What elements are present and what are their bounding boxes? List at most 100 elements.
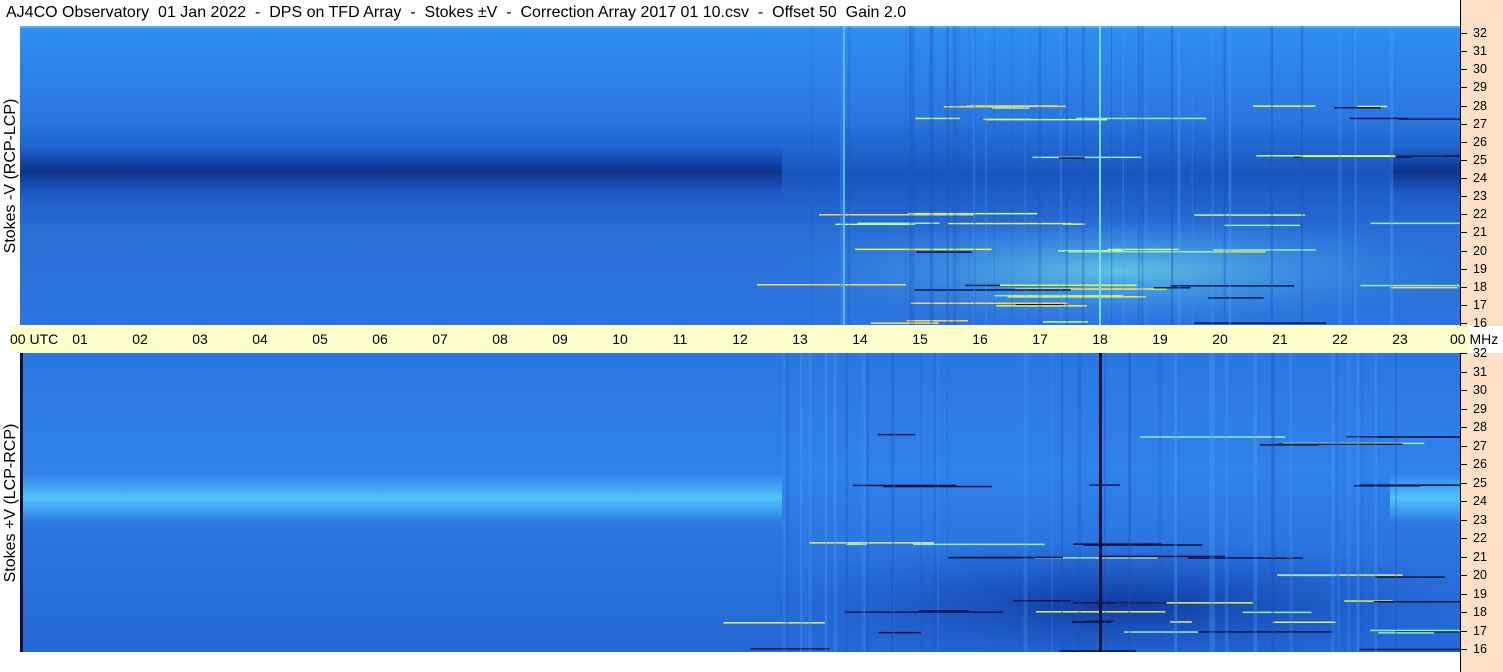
interference-stripe: [929, 26, 934, 325]
interference-stripe: [1331, 353, 1335, 652]
utc-tick-18: 18: [1092, 331, 1108, 347]
interference-stripe: [1171, 26, 1174, 325]
utc-tick-9: 09: [552, 331, 568, 347]
interference-stripe: [811, 26, 813, 325]
interference-stripe: [1024, 26, 1027, 325]
interference-stripe: [1270, 26, 1273, 325]
emission-streak: [1390, 286, 1458, 289]
plot-title: AJ4CO Observatory 01 Jan 2022 - DPS on T…: [6, 4, 907, 21]
interference-stripe: [1174, 353, 1178, 652]
interference-stripe: [1289, 353, 1293, 652]
interference-stripe: [1137, 26, 1140, 325]
emission-streak: [918, 610, 969, 612]
top-ylabel-text: Stokes -V (RCP-LCP): [2, 98, 19, 253]
interference-stripe: [1300, 26, 1304, 325]
emission-streak: [1359, 648, 1460, 651]
top-freq-tick-mark-5: [1461, 123, 1467, 125]
bottom-freq-tick-9: 23: [1473, 512, 1487, 527]
top-freq-tick-8: 24: [1473, 171, 1487, 185]
top-freq-tick-12: 20: [1473, 243, 1487, 258]
emission-streak: [877, 433, 916, 436]
interference-stripe: [1389, 26, 1394, 325]
top-freq-tick-0: 32: [1473, 26, 1487, 40]
interference-stripe: [985, 26, 987, 325]
interference-stripe: [1335, 353, 1340, 652]
interference-stripe: [1141, 26, 1144, 325]
emission-streak: [1059, 157, 1085, 159]
top-freq-tick-mark-12: [1461, 250, 1467, 252]
interference-stripe: [808, 353, 812, 652]
emission-streak: [1170, 285, 1294, 287]
top-freq-tick-mark-8: [1461, 178, 1467, 179]
utc-tick-20: 20: [1212, 331, 1228, 347]
emission-streak: [1349, 117, 1409, 120]
emission-streak: [1253, 105, 1316, 107]
top-freq-tick-mark-11: [1461, 232, 1467, 234]
bottom-freq-tick-2: 30: [1473, 383, 1487, 397]
interference-stripe: [867, 353, 869, 652]
emission-streak: [1059, 650, 1136, 652]
emission-streak: [809, 542, 935, 544]
interference-stripe: [1253, 353, 1258, 652]
interference-stripe: [1023, 353, 1028, 652]
emission-streak: [1272, 621, 1336, 623]
emission-streak: [750, 648, 830, 650]
interference-stripe: [934, 353, 936, 652]
bottom-freq-tick-mark-16: [1461, 649, 1467, 650]
utc-tick-3: 03: [192, 331, 208, 347]
top-freq-tick-mark-16: [1461, 323, 1467, 324]
top-freq-tick-mark-13: [1461, 268, 1467, 270]
interference-stripe: [824, 353, 828, 652]
interference-stripe: [952, 26, 957, 325]
interference-stripe: [1271, 353, 1275, 652]
interference-stripe: [1211, 26, 1214, 325]
utc-tick-1: 01: [72, 331, 88, 347]
bottom-freq-tick-13: 19: [1473, 586, 1487, 601]
utc-tick-10: 10: [612, 331, 628, 347]
top-freq-tick-mark-0: [1461, 33, 1467, 34]
utc-tick-7: 07: [432, 331, 448, 347]
utc-tick-21: 21: [1272, 331, 1288, 347]
interference-stripe: [1356, 353, 1360, 652]
utc-tick-16: 16: [972, 331, 988, 347]
top-freq-tick-7: 25: [1473, 152, 1487, 167]
bottom-freq-tick-5: 27: [1473, 438, 1487, 453]
interference-stripe: [1228, 26, 1232, 325]
utc-tick-8: 08: [492, 331, 508, 347]
interference-stripe: [912, 26, 915, 325]
interference-stripe: [1038, 26, 1042, 325]
bottom-freq-tick-mark-3: [1461, 408, 1467, 410]
interference-stripe: [1354, 26, 1357, 325]
emission-streak: [1357, 105, 1388, 108]
top-freq-tick-2: 30: [1473, 62, 1487, 77]
emission-streak: [1360, 284, 1460, 287]
emission-streak: [855, 248, 992, 251]
bottom-freq-tick-mark-8: [1461, 501, 1467, 502]
interference-stripe: [1061, 353, 1063, 652]
top-freq-tick-mark-3: [1461, 87, 1467, 89]
bottom-spectrogram-svg: [20, 353, 1460, 652]
interference-stripe: [946, 26, 949, 325]
bottom-freq-tick-mark-1: [1461, 371, 1467, 373]
bottom-freq-tick-mark-12: [1461, 575, 1467, 576]
interference-stripe: [958, 26, 960, 325]
top-freq-tick-mark-4: [1461, 105, 1467, 107]
emission-streak: [1373, 601, 1460, 603]
bottom-freq-tick-mark-7: [1461, 482, 1467, 484]
top-freq-tick-9: 23: [1473, 189, 1487, 204]
emission-streak: [1194, 214, 1305, 216]
utc-tick-6: 06: [372, 331, 388, 347]
top-spectrogram: [20, 26, 1460, 325]
top-freq-tick-mark-10: [1461, 214, 1467, 216]
utc-tick-23: 23: [1392, 331, 1408, 347]
interference-stripe: [804, 353, 806, 652]
interference-stripe: [1082, 26, 1085, 325]
bottom-freq-tick-7: 25: [1473, 475, 1487, 490]
emission-streak: [1378, 632, 1435, 634]
bottom-freq-tick-mark-6: [1461, 464, 1467, 465]
interference-stripe: [1224, 353, 1229, 652]
emission-streak: [910, 302, 1068, 304]
emission-streak: [1198, 631, 1333, 633]
interference-stripe: [799, 353, 803, 652]
top-freq-tick-10: 22: [1473, 207, 1487, 222]
